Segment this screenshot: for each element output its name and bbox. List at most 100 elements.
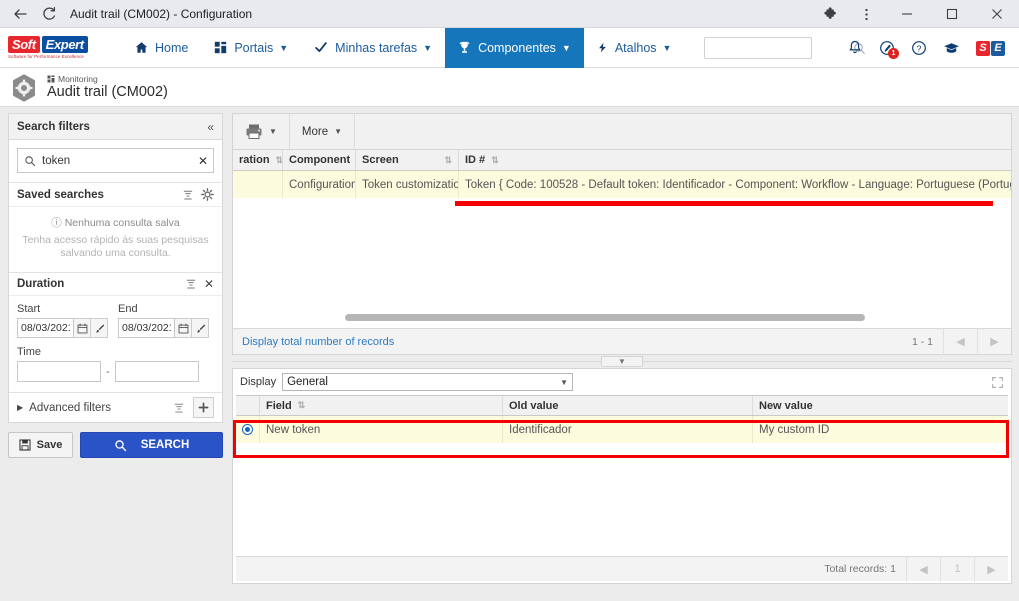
nav-item-atalhos-label: Atalhos [614, 40, 657, 55]
help-circle-icon[interactable]: ? [911, 40, 927, 56]
cell-component: Configuration [283, 171, 356, 198]
previous-page-button[interactable]: ◀ [943, 328, 977, 355]
column-header-configuration[interactable]: ration ⇅ [233, 150, 283, 170]
column-header-id[interactable]: ID # ⇅ [459, 150, 1011, 170]
grid-small-icon [47, 75, 55, 83]
breadcrumb: Monitoring [47, 74, 168, 84]
table-row[interactable]: New token Identificador My custom ID [236, 416, 1008, 443]
saved-searches-empty-title: ⓘ Nenhuma consulta salva [21, 215, 210, 230]
horizontal-scrollbar[interactable] [233, 312, 1011, 322]
app-navigation-bar: Soft Expert Software for Performance Exc… [0, 27, 1019, 68]
duration-end-input[interactable] [118, 318, 175, 338]
column-header-screen[interactable]: Screen ⇅ [356, 150, 459, 170]
display-select[interactable]: General ▼ [282, 373, 574, 391]
filter-search-input[interactable] [42, 154, 196, 167]
nav-item-componentes[interactable]: Componentes ▼ [445, 27, 584, 68]
duration-time-to-input[interactable] [114, 361, 199, 382]
global-search-input[interactable] [711, 42, 853, 54]
pen-circle-icon[interactable]: 1 [879, 40, 899, 59]
gear-hexagon-icon [10, 73, 38, 103]
saved-searches-empty-text: Tenha acesso rápido às suas pesquisas sa… [22, 234, 209, 259]
column-header-old-value[interactable]: Old value [503, 396, 753, 415]
graduation-cap-icon[interactable] [943, 40, 960, 56]
column-header-select [236, 396, 260, 415]
browser-title-bar: Audit trail (CM002) - Configuration [0, 0, 1019, 28]
duration-time-label: Time [17, 346, 42, 358]
search-button[interactable]: SEARCH [80, 432, 223, 458]
maximize-button[interactable] [929, 0, 974, 28]
clear-x-icon[interactable]: ✕ [196, 154, 210, 168]
column-header-component[interactable]: Component ⇅ [283, 150, 356, 170]
save-button[interactable]: Save [8, 432, 73, 458]
filter-clear-icon[interactable] [185, 278, 197, 290]
page-header: Monitoring Audit trail (CM002) [0, 69, 1019, 107]
brush-icon[interactable] [91, 318, 108, 338]
filter-search-wrap: ✕ [9, 140, 222, 183]
kebab-menu-icon[interactable] [848, 0, 884, 28]
brush-icon[interactable] [192, 318, 209, 338]
close-button[interactable] [974, 0, 1019, 28]
search-icon [114, 439, 127, 452]
reload-icon[interactable] [40, 5, 57, 22]
search-filters-panel: Search filters « ✕ Saved searches [8, 113, 223, 423]
nav-item-portais[interactable]: Portais ▼ [201, 28, 301, 68]
duration-start-col: Start [17, 303, 108, 338]
window-title: Audit trail (CM002) - Configuration [70, 6, 253, 21]
chevron-down-icon[interactable]: ▼ [556, 374, 572, 390]
plus-icon[interactable] [193, 397, 214, 418]
column-header-new-value[interactable]: New value [753, 396, 1008, 415]
next-page-button[interactable]: ▶ [977, 328, 1011, 355]
gear-icon[interactable] [201, 188, 214, 201]
splitter-collapse-handle[interactable]: ▼ [601, 356, 643, 367]
minimize-button[interactable] [884, 0, 929, 28]
row-radio-button[interactable] [242, 424, 253, 435]
column-header-old-value-label: Old value [509, 399, 559, 412]
filter-search-box[interactable]: ✕ [17, 148, 214, 173]
sort-icon: ⇅ [297, 400, 306, 410]
row-select-cell[interactable] [236, 416, 260, 443]
expand-icon[interactable] [991, 376, 1004, 389]
previous-page-button[interactable]: ◀ [906, 556, 940, 582]
remove-x-icon[interactable]: ✕ [204, 277, 214, 291]
nav-item-home[interactable]: Home [122, 28, 201, 68]
softexpert-mark-icon[interactable]: S E [976, 40, 1005, 56]
duration-time-from-input[interactable] [17, 361, 101, 382]
advanced-filters-tools [173, 397, 214, 418]
back-arrow-icon[interactable] [11, 5, 28, 22]
advanced-filters-toggle[interactable]: ▶ Advanced filters [17, 402, 111, 414]
nav-item-home-label: Home [155, 40, 189, 55]
grid-icon [214, 41, 227, 54]
double-chevron-left-icon[interactable]: « [207, 120, 214, 134]
chevron-down-icon: ▼ [334, 127, 343, 136]
column-header-configuration-label: ration [239, 154, 270, 166]
panel-splitter[interactable]: ▼ [232, 355, 1012, 368]
horizontal-scrollbar-thumb[interactable] [345, 314, 865, 321]
filter-clear-icon[interactable] [182, 189, 194, 201]
filter-clear-icon[interactable] [173, 402, 185, 414]
cell-id: Token { Code: 100528 - Default token: Id… [465, 178, 1011, 191]
cell-configuration [233, 171, 283, 198]
cell-field: New token [260, 416, 503, 443]
search-filters-header: Search filters « [9, 114, 222, 140]
display-total-records-link[interactable]: Display total number of records [242, 336, 394, 348]
next-page-button[interactable]: ▶ [974, 556, 1008, 582]
global-search-box[interactable] [704, 37, 865, 59]
softexpert-logo[interactable]: Soft Expert Software for Performance Exc… [8, 34, 104, 61]
nav-item-atalhos[interactable]: Atalhos ▼ [584, 28, 685, 68]
more-button[interactable]: More ▼ [295, 118, 349, 146]
content-area: ▼ More ▼ ration ⇅ Component Screen ⇅ ID … [232, 113, 1012, 595]
page-range-label: 1 - 1 [911, 335, 933, 348]
calendar-icon[interactable] [74, 318, 91, 338]
nav-item-minhas-tarefas[interactable]: Minhas tarefas ▼ [301, 28, 445, 68]
current-page-number[interactable]: 1 [940, 556, 974, 582]
puzzle-piece-icon[interactable] [812, 0, 848, 28]
table-row[interactable]: Configuration Token customization Token … [233, 171, 1011, 198]
content-toolbar: ▼ More ▼ [232, 113, 1012, 150]
print-button[interactable]: ▼ [238, 118, 284, 146]
calendar-icon[interactable] [175, 318, 192, 338]
column-header-id-label: ID # [465, 154, 486, 166]
column-header-field[interactable]: Field ⇅ [260, 396, 503, 415]
duration-body: Start E [9, 296, 222, 392]
duration-start-input[interactable] [17, 318, 74, 338]
bell-icon[interactable] [847, 40, 863, 56]
